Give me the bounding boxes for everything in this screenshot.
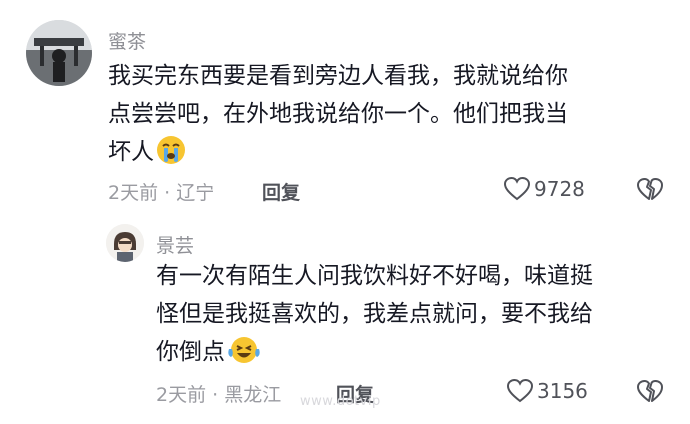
meta-separator: · <box>212 384 219 406</box>
comment-username[interactable]: 景芸 <box>156 231 194 258</box>
tears-of-joy-emoji-icon <box>227 335 261 377</box>
comment-text-line: 你倒点 <box>156 333 593 377</box>
broken-heart-icon <box>637 380 663 402</box>
broken-heart-icon <box>637 178 663 200</box>
like-button[interactable]: 9728 <box>503 176 585 202</box>
comment-text-line: 怪但是我挺喜欢的，我差点就问，要不我给 <box>156 301 593 327</box>
comment-text-line: 有一次有陌生人问我饮料好不好喝，味道挺 <box>156 263 593 289</box>
comment-location: 黑龙江 <box>224 384 282 406</box>
avatar-photo-icon <box>26 20 92 86</box>
comment-text-line: 坏人 <box>108 133 568 177</box>
reply-button[interactable]: 回复 <box>262 178 300 205</box>
like-count: 3156 <box>537 379 588 403</box>
comment-username[interactable]: 蜜茶 <box>108 27 146 54</box>
comment-time: 2天前 <box>156 384 207 406</box>
meta-separator: · <box>164 182 171 204</box>
comment-time: 2天前 <box>108 182 159 204</box>
dislike-button[interactable] <box>636 379 664 409</box>
avatar[interactable] <box>106 224 144 262</box>
comment-text: 我买完东西要是看到旁边人看我，我就说给你 点尝尝吧，在外地我说给你一个。他们把我… <box>108 57 568 177</box>
like-button[interactable]: 3156 <box>506 378 588 404</box>
like-count: 9728 <box>534 177 585 201</box>
comment-text-line: 我买完东西要是看到旁边人看我，我就说给你 <box>108 63 568 89</box>
comment-text-line-content: 你倒点 <box>156 339 225 365</box>
watermark: www.dotvip <box>300 394 381 409</box>
comment-text-line-content: 坏人 <box>108 139 154 165</box>
avatar[interactable] <box>26 20 92 86</box>
dislike-button[interactable] <box>636 177 664 207</box>
crying-face-emoji-icon <box>156 135 186 177</box>
avatar-cartoon-icon <box>106 224 144 262</box>
comment-meta: 2天前 · 黑龙江 <box>156 380 281 407</box>
comment-text-line: 点尝尝吧，在外地我说给你一个。他们把我当 <box>108 101 568 127</box>
comment-text: 有一次有陌生人问我饮料好不好喝，味道挺 怪但是我挺喜欢的，我差点就问，要不我给 … <box>156 257 593 377</box>
heart-outline-icon <box>506 378 534 403</box>
comment-meta: 2天前 · 辽宁 <box>108 178 214 205</box>
comment-location: 辽宁 <box>176 182 215 204</box>
heart-outline-icon <box>503 176 531 201</box>
